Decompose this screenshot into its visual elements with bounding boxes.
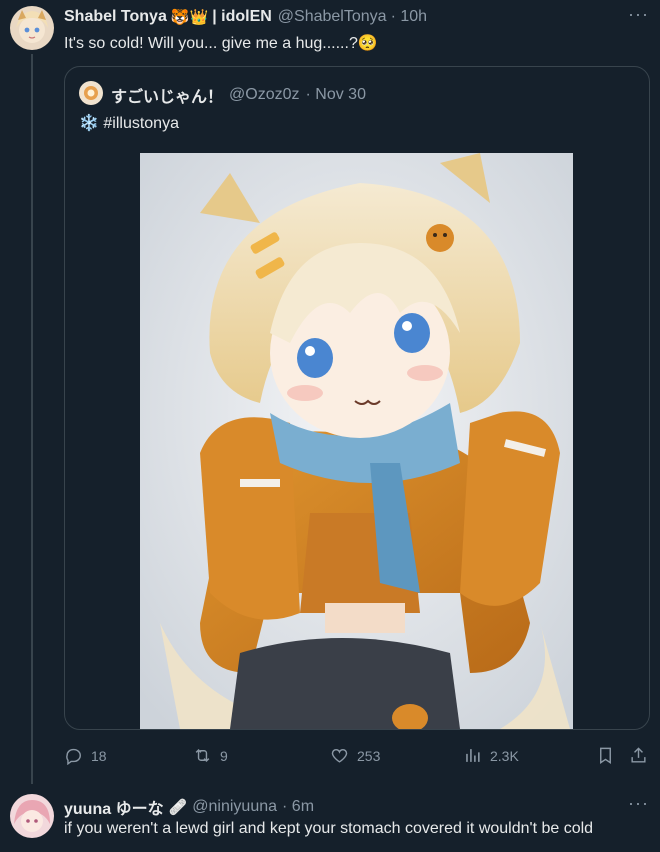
views-count: 2.3K	[490, 747, 519, 764]
reply-icon	[66, 748, 81, 765]
retweet-count: 9	[220, 747, 228, 764]
analytics-icon	[466, 749, 480, 762]
more-options-icon[interactable]: ···	[628, 4, 649, 25]
bookmark-button[interactable]	[596, 746, 615, 765]
reply-text: if you weren't a lewd girl and kept your…	[64, 820, 594, 837]
quoted-author-avatar[interactable]	[79, 81, 103, 105]
pleading-face-icon: 🥺	[357, 35, 378, 52]
quoted-text: ❄️ #illustonya	[79, 113, 179, 133]
like-count: 253	[357, 747, 381, 764]
author-avatar[interactable]	[10, 6, 54, 50]
reply-time[interactable]: · 6m	[282, 798, 314, 816]
retweet-icon	[195, 748, 210, 763]
tweet-text: It's so cold! Will you... give me a hug.…	[64, 33, 378, 53]
tweet-time[interactable]: · 10h	[391, 8, 427, 26]
author-name-suffix[interactable]: | idolEN	[212, 8, 272, 26]
author-badge-icons: 🐯👑	[170, 9, 209, 26]
views-button[interactable]: 2.3K	[463, 746, 519, 765]
quoted-image[interactable]	[140, 153, 573, 729]
hashtag-link[interactable]: #illustonya	[103, 115, 179, 132]
reply-header: yuuna ゆーな 🩹 @niniyuuna · 6m	[64, 795, 314, 819]
reply-count: 18	[91, 747, 107, 764]
quoted-author-name[interactable]: すごいじゃん！	[111, 83, 223, 107]
bookmark-icon	[600, 747, 611, 764]
like-button[interactable]: 253	[330, 746, 380, 765]
reply-author-avatar[interactable]	[10, 794, 54, 838]
thread-line	[31, 54, 33, 784]
heart-icon	[331, 748, 348, 763]
author-name[interactable]: Shabel Tonya	[64, 8, 167, 26]
quoted-tweet-time[interactable]: · Nov 30	[306, 86, 366, 104]
reply-author-name[interactable]: yuuna ゆーな	[64, 795, 164, 819]
tweet-header: Shabel Tonya 🐯👑 | idolEN @ShabelTonya · …	[64, 6, 427, 28]
reply-author-handle[interactable]: @niniyuuna	[192, 798, 277, 816]
quoted-header: すごいじゃん！ @Ozoz0z · Nov 30	[111, 83, 366, 107]
author-handle[interactable]: @ShabelTonya	[278, 8, 387, 26]
snowflake-icon: ❄️	[79, 115, 99, 132]
reply-more-options-icon[interactable]: ···	[628, 793, 649, 814]
quoted-author-handle[interactable]: @Ozoz0z	[229, 86, 299, 104]
bandage-icon: 🩹	[168, 799, 188, 816]
reply-button[interactable]: 18	[64, 746, 107, 765]
retweet-button[interactable]: 9	[193, 746, 228, 765]
quoted-tweet[interactable]: すごいじゃん！ @Ozoz0z · Nov 30 ❄️ #illustonya	[64, 66, 650, 730]
share-button[interactable]	[629, 746, 648, 765]
share-icon	[631, 747, 646, 763]
tweet-text-content: It's so cold! Will you... give me a hug.…	[64, 35, 358, 52]
